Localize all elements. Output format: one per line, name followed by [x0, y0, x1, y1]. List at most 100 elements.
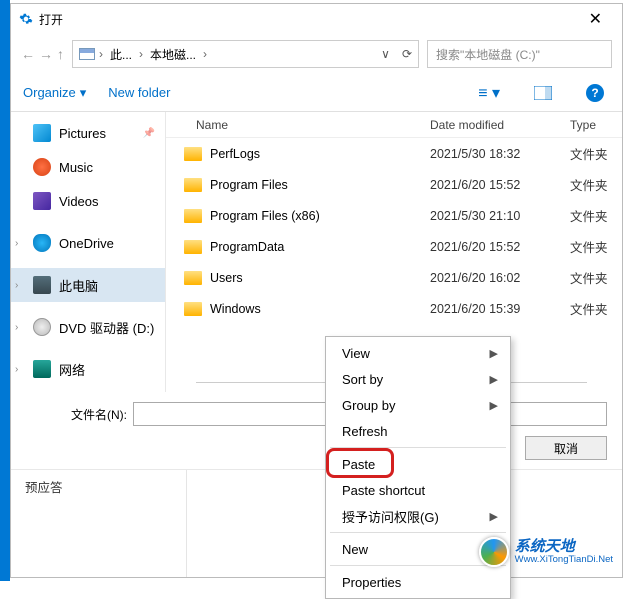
menu-label: View: [342, 346, 370, 361]
sidebar-item-videos[interactable]: Videos: [11, 184, 165, 218]
file-type: 文件夹: [562, 206, 622, 225]
new-folder-label: New folder: [108, 85, 170, 100]
breadcrumb-current[interactable]: 本地磁...: [147, 46, 199, 63]
file-name: Program Files: [210, 178, 288, 192]
file-row[interactable]: Program Files2021/6/20 15:52文件夹: [166, 169, 622, 200]
sidebar-item-onedrive[interactable]: › OneDrive: [11, 226, 165, 260]
network-icon: [33, 360, 51, 378]
refresh-button[interactable]: ⟳: [402, 47, 412, 61]
column-type[interactable]: Type: [562, 118, 622, 132]
menu-grant-access[interactable]: 授予访问权限(G) ▶: [328, 503, 508, 529]
action-row: 取消: [525, 436, 607, 460]
file-type: 文件夹: [562, 237, 622, 256]
menu-label: Refresh: [342, 424, 388, 439]
search-placeholder: 搜索"本地磁盘 (C:)": [436, 46, 540, 63]
folder-icon: [184, 302, 202, 316]
sidebar-item-this-pc[interactable]: › 此电脑: [11, 268, 165, 302]
search-input[interactable]: 搜索"本地磁盘 (C:)": [427, 40, 612, 68]
address-row: ← → ↑ › 此... › 本地磁... › ∨ ⟳ 搜索"本地磁盘 (C:)…: [11, 34, 622, 74]
file-name: ProgramData: [210, 240, 284, 254]
preview-pane-button[interactable]: [528, 86, 558, 100]
chevron-right-icon: ›: [15, 280, 18, 291]
organize-button[interactable]: Organize ▾: [23, 85, 86, 101]
column-date[interactable]: Date modified: [422, 118, 562, 132]
menu-label: Paste shortcut: [342, 483, 425, 498]
dvd-icon: [33, 318, 51, 336]
sidebar-item-music[interactable]: Music: [11, 150, 165, 184]
folder-icon: [184, 271, 202, 285]
menu-paste-shortcut[interactable]: Paste shortcut: [328, 477, 508, 503]
column-name[interactable]: Name: [166, 118, 422, 132]
view-mode-button[interactable]: ≡ ▾: [472, 83, 506, 103]
watermark-brand: 系统天地: [515, 539, 613, 555]
chevron-right-icon: ▶: [490, 347, 498, 360]
nav-up[interactable]: ↑: [57, 46, 64, 62]
file-type: 文件夹: [562, 144, 622, 163]
chevron-down-icon: ▾: [80, 85, 87, 101]
organize-label: Organize: [23, 85, 76, 100]
file-row[interactable]: PerfLogs 2021/5/30 18:32文件夹: [166, 138, 622, 169]
chevron-right-icon: ›: [139, 47, 143, 61]
new-folder-button[interactable]: New folder: [108, 85, 170, 100]
menu-label: 授予访问权限(G): [342, 507, 439, 526]
app-left-strip: [0, 0, 10, 581]
file-row[interactable]: ProgramData 2021/6/20 15:52文件夹: [166, 231, 622, 262]
file-name: Windows: [210, 302, 261, 316]
help-button[interactable]: ?: [580, 84, 610, 102]
pictures-icon: [33, 124, 51, 142]
menu-refresh[interactable]: Refresh: [328, 418, 508, 444]
file-row[interactable]: Users2021/6/20 16:02文件夹: [166, 262, 622, 293]
toolbar: Organize ▾ New folder ≡ ▾ ?: [11, 74, 622, 112]
content-area: Pictures Music Videos › OneDrive › 此电脑: [11, 112, 622, 392]
nav-back[interactable]: ←: [21, 46, 35, 62]
file-row[interactable]: Windows2021/6/20 15:39文件夹: [166, 293, 622, 324]
menu-label: New: [342, 542, 368, 557]
sidebar-item-pictures[interactable]: Pictures: [11, 116, 165, 150]
file-date: 2021/6/20 15:52: [422, 240, 562, 254]
sidebar-item-dvd[interactable]: › DVD 驱动器 (D:): [11, 310, 165, 344]
sidebar-item-network[interactable]: › 网络: [11, 352, 165, 386]
watermark-url: Www.XiTongTianDi.Net: [515, 555, 613, 565]
file-date: 2021/5/30 18:32: [422, 147, 562, 161]
chevron-right-icon: ›: [15, 238, 18, 249]
chevron-right-icon: ▶: [490, 510, 498, 523]
sidebar-item-label: Music: [59, 160, 93, 175]
chevron-right-icon: ▶: [490, 399, 498, 412]
bottom-divider: [186, 470, 187, 577]
sidebar-item-label: DVD 驱动器 (D:): [59, 318, 154, 337]
gear-icon: [19, 12, 33, 26]
folder-icon: [184, 209, 202, 223]
folder-icon: [184, 178, 202, 192]
chevron-right-icon: ›: [99, 47, 103, 61]
sidebar-item-label: Videos: [59, 194, 99, 209]
sidebar-item-label: OneDrive: [59, 236, 114, 251]
menu-view[interactable]: View ▶: [328, 340, 508, 366]
cancel-button[interactable]: 取消: [525, 436, 607, 460]
onedrive-icon: [33, 234, 51, 252]
pc-icon: [33, 276, 51, 294]
menu-sort-by[interactable]: Sort by▶: [328, 366, 508, 392]
breadcrumb-bar[interactable]: › 此... › 本地磁... › ∨ ⟳: [72, 40, 419, 68]
menu-label: Group by: [342, 398, 395, 413]
menu-paste[interactable]: Paste: [328, 451, 508, 477]
dropdown-chevron-icon[interactable]: ∨: [381, 47, 390, 61]
open-dialog-window: 打开 ✕ ← → ↑ › 此... › 本地磁... › ∨ ⟳ 搜索"本地磁盘…: [10, 3, 623, 578]
nav-forward[interactable]: →: [39, 46, 53, 62]
sidebar: Pictures Music Videos › OneDrive › 此电脑: [11, 112, 166, 392]
titlebar: 打开 ✕: [11, 4, 622, 34]
folder-icon: [184, 240, 202, 254]
file-name: Program Files (x86): [210, 209, 320, 223]
bottom-label: 预应答: [25, 477, 63, 496]
menu-group-by[interactable]: Group by ▶: [328, 392, 508, 418]
music-icon: [33, 158, 51, 176]
menu-separator: [330, 532, 506, 533]
sidebar-item-label: 此电脑: [59, 276, 98, 295]
file-type: 文件夹: [562, 175, 622, 194]
breadcrumb-root[interactable]: 此...: [107, 46, 135, 63]
file-row[interactable]: Program Files (x86)2021/5/30 21:10文件夹: [166, 200, 622, 231]
file-name: PerfLogs: [210, 147, 260, 161]
menu-properties[interactable]: Properties: [328, 569, 508, 595]
menu-label: Paste: [342, 457, 375, 472]
chevron-right-icon: ›: [15, 364, 18, 375]
close-button[interactable]: ✕: [577, 9, 614, 29]
